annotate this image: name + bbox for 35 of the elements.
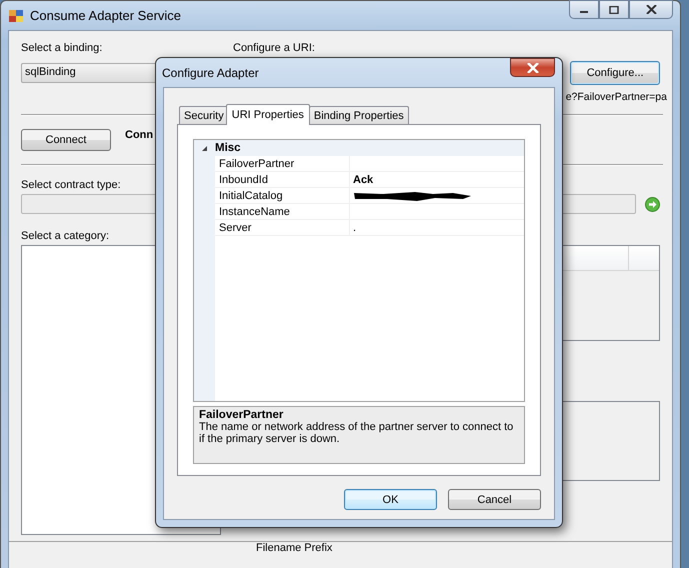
tab[interactable]: Binding Properties [308,106,409,124]
connection-status: Conn [125,129,154,141]
maximize-icon [609,6,619,14]
ok-button[interactable]: OK [344,489,437,510]
property-name[interactable]: InitialCatalog [215,188,350,204]
tab[interactable]: URI Properties [226,104,310,125]
property-name[interactable]: InboundId [215,172,350,188]
category-label: Select a category: [21,230,110,242]
property-value[interactable]: Ack [350,172,524,188]
configure-button[interactable]: Configure... [570,61,660,85]
property-name[interactable]: Server [215,220,350,236]
app-icon [8,8,24,24]
property-value[interactable]: . [350,220,524,236]
minimize-button[interactable] [569,0,599,19]
maximize-button[interactable] [599,0,629,19]
description-text: The name or network address of the partner server to connect to if the primary server is down. [199,421,514,445]
tab[interactable]: Security [179,106,229,124]
close-button[interactable] [510,58,555,77]
close-icon [526,62,538,72]
contract-type-label: Select contract type: [21,179,121,191]
cancel-button[interactable]: Cancel [448,489,541,510]
description-title: FailoverPartner [199,409,284,421]
binding-label: Select a binding: [21,42,104,54]
arrow-icon[interactable] [645,196,660,212]
close-icon [646,5,656,14]
window-title: Consume Adapter Service [30,8,182,23]
property-name[interactable]: InstanceName [215,204,350,220]
property-name[interactable]: FailoverPartner [215,156,350,172]
connect-button[interactable]: Connect [21,129,111,151]
close-button[interactable] [629,0,673,19]
category-header[interactable]: Misc [215,140,524,156]
collapse-icon[interactable] [201,144,208,152]
uri-text: e?FailoverPartner=pa [566,91,667,103]
filename-prefix-label: Filename Prefix [256,542,332,554]
uri-label: Configure a URI: [233,42,315,54]
